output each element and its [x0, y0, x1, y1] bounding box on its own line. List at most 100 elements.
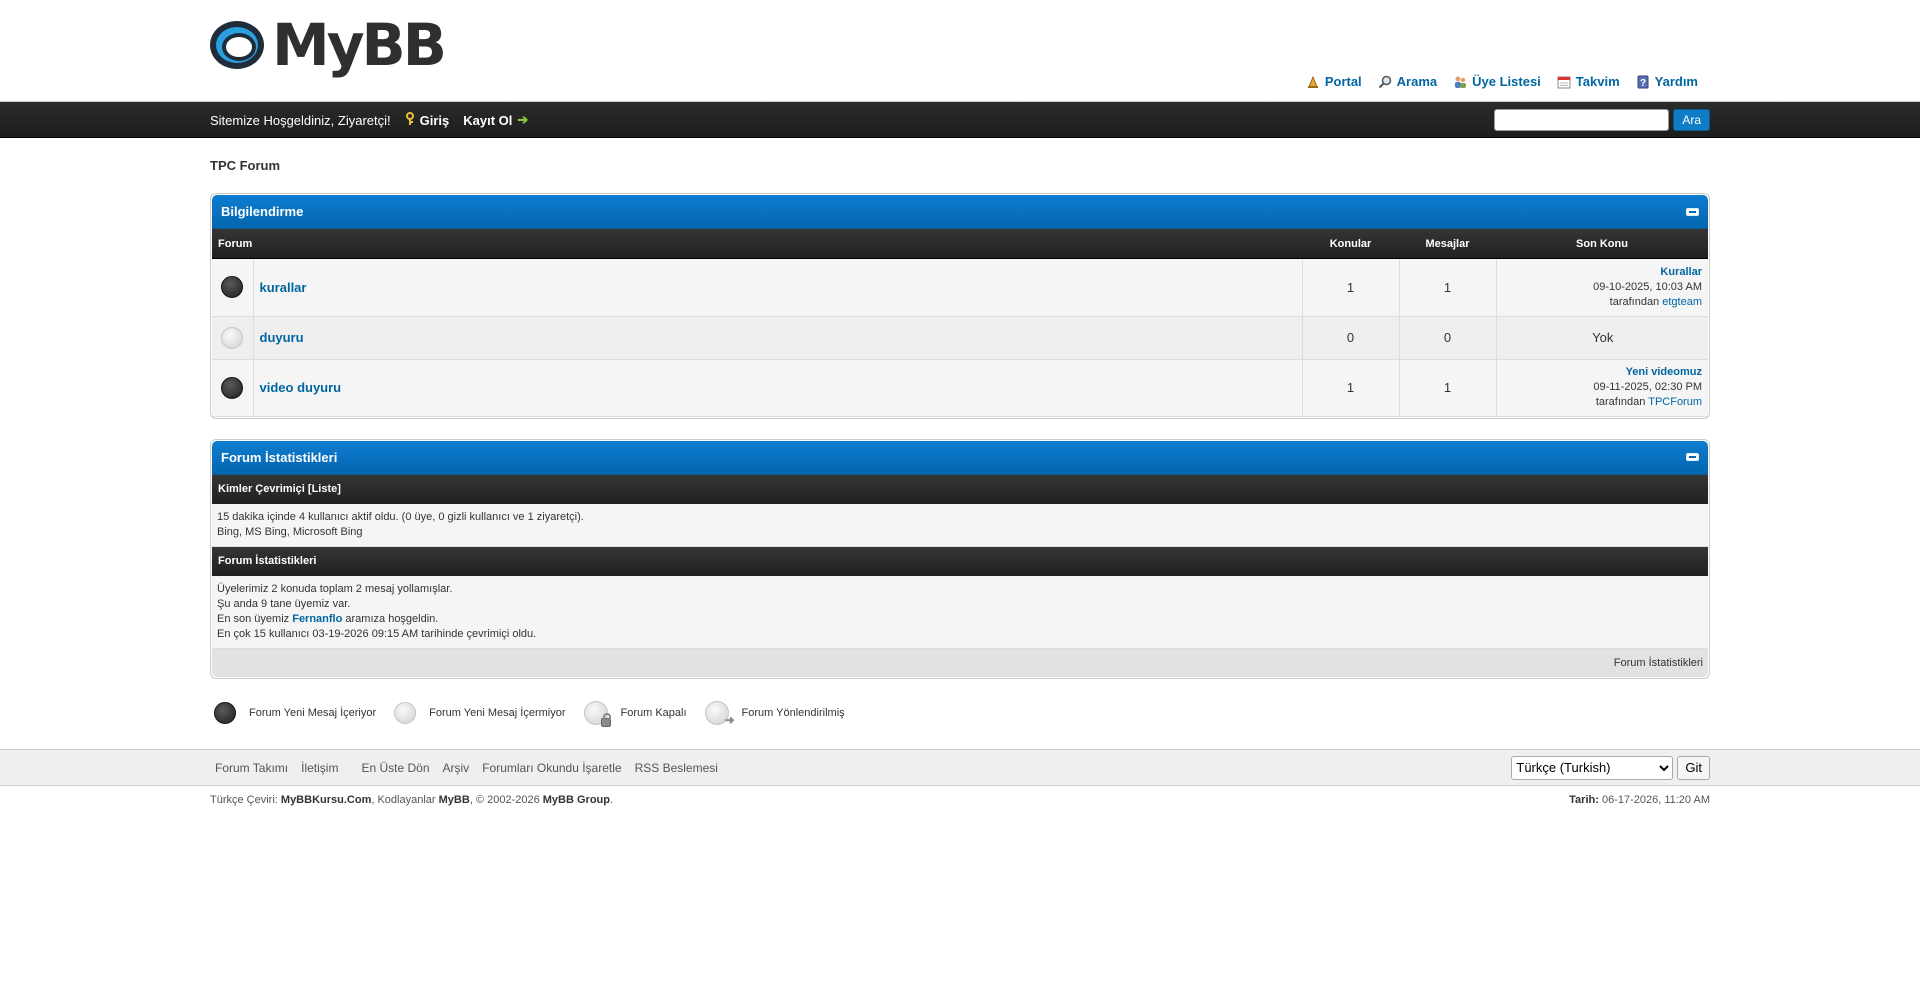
language-go-button[interactable]: Git	[1677, 755, 1710, 780]
footer-menu: Forum Takımı İletişim En Üste Dön Arşiv …	[0, 748, 1920, 786]
portal-icon	[1306, 75, 1320, 89]
date-label: Tarih:	[1569, 793, 1599, 806]
legend-item: Forum Yeni Mesaj İçermiyor	[390, 701, 566, 724]
menu-search[interactable]: Arama	[1378, 74, 1437, 89]
forum-row: kurallar 1 1 Kurallar 09-10-2025, 10:03 …	[212, 259, 1708, 317]
stats-title: Forum İstatistikleri	[221, 449, 338, 465]
collapse-icon[interactable]	[1686, 453, 1699, 461]
credit-site-link[interactable]: MyBBKursu.Com	[281, 794, 371, 806]
legend-label: Forum Yönlendirilmiş	[741, 706, 845, 719]
collapse-icon[interactable]	[1686, 207, 1699, 216]
menu-help[interactable]: ? Yardım	[1636, 74, 1698, 89]
stats-posts: Üyelerimiz 2 konuda toplam 2 mesaj yolla…	[217, 582, 453, 595]
menu-portal[interactable]: Portal	[1306, 74, 1362, 89]
login-link[interactable]: Giriş	[405, 111, 450, 129]
forum-table: kurallar 1 1 Kurallar 09-10-2025, 10:03 …	[212, 259, 1708, 417]
legend-label: Forum Kapalı	[620, 706, 687, 719]
col-posts: Mesajlar	[1425, 237, 1470, 250]
key-icon	[405, 111, 415, 129]
online-list-link[interactable]: Liste	[312, 483, 338, 495]
menu-calendar[interactable]: Takvim	[1557, 74, 1620, 89]
copyright: Türkçe Çeviri: MyBBKursu.Com, Kodlayanla…	[210, 786, 1710, 806]
newest-member-link[interactable]: Fernanflo	[292, 613, 342, 625]
online-info: 15 dakika içinde 4 kullanıcı aktif oldu.…	[212, 503, 1708, 547]
stats-members: Şu anda 9 tane üyemiz var.	[217, 597, 351, 610]
welcome-block: Sitemize Hoşgeldiniz, Ziyaretçi! Giriş K…	[210, 102, 528, 138]
forum-row: duyuru 0 0 Yok	[212, 316, 1708, 360]
user-panel: Sitemize Hoşgeldiniz, Ziyaretçi! Giriş K…	[0, 102, 1920, 138]
legend-item: Forum Kapalı	[580, 700, 687, 727]
forum-link[interactable]: video duyuru	[260, 380, 342, 395]
stats-header: Forum İstatistikleri	[212, 440, 1708, 475]
search-input[interactable]	[1494, 109, 1670, 131]
logo-bubble-icon	[210, 17, 270, 73]
last-post-user[interactable]: etgteam	[1662, 296, 1702, 308]
last-post-title[interactable]: Yeni videomuz	[1626, 366, 1702, 378]
welcome-text: Sitemize Hoşgeldiniz, Ziyaretçi!	[210, 112, 391, 128]
last-post-date: 09-10-2025, 10:03 AM	[1593, 280, 1702, 293]
site-header: MyBB Portal Arama Üye Listesi Takvim ? Y…	[0, 0, 1920, 102]
credits: Türkçe Çeviri: MyBBKursu.Com, Kodlayanla…	[210, 793, 614, 806]
last-post-by: tarafından	[1595, 396, 1646, 408]
main-container: TPC Forum Bilgilendirme Forum Konular Me…	[210, 158, 1710, 727]
forum-link[interactable]: kurallar	[260, 280, 307, 295]
online-summary: 15 dakika içinde 4 kullanıcı aktif oldu.…	[217, 510, 584, 523]
forum-no-new-icon	[221, 326, 244, 349]
thread-count: 0	[1302, 316, 1400, 360]
forum-new-icon	[214, 701, 236, 724]
mybb-logo[interactable]: MyBB	[210, 16, 447, 74]
stats-box: Forum İstatistikleri Kimler Çevrimiçi [L…	[210, 438, 1710, 679]
last-post-title[interactable]: Kurallar	[1660, 266, 1702, 278]
footer-link-top[interactable]: En Üste Dön	[361, 761, 429, 775]
forum-row: video duyuru 1 1 Yeni videomuz 09-11-202…	[212, 359, 1708, 417]
login-label: Giriş	[419, 112, 450, 128]
post-count: 0	[1399, 316, 1497, 360]
forum-table-header: Forum Konular Mesajlar Son Konu	[212, 229, 1708, 259]
language-select[interactable]: Türkçe (Turkish)	[1511, 755, 1674, 780]
credit-mybb-link[interactable]: MyBB	[439, 794, 470, 806]
footer-link-contact[interactable]: İletişim	[301, 761, 338, 775]
stats-footer: Forum İstatistikleri	[212, 648, 1708, 677]
legend-item: Forum Yeni Mesaj İçeriyor	[210, 701, 376, 724]
online-header: Kimler Çevrimiçi [Liste]	[212, 474, 1708, 504]
online-title[interactable]: Kimler Çevrimiçi	[218, 483, 305, 495]
board-stats-info: Üyelerimiz 2 konuda toplam 2 mesaj yolla…	[212, 575, 1708, 649]
footer-link-archive[interactable]: Arşiv	[443, 761, 470, 775]
help-icon: ?	[1636, 75, 1650, 89]
svg-text:?: ?	[1640, 78, 1646, 89]
stats-newest-member: En son üyemiz Fernanflo aramıza hoşgeldi…	[217, 612, 439, 625]
forum-new-icon	[221, 376, 244, 399]
col-last: Son Konu	[1576, 237, 1628, 250]
post-count: 1	[1399, 359, 1497, 417]
forum-legend: Forum Yeni Mesaj İçeriyor Forum Yeni Mes…	[210, 700, 1710, 727]
board-stats-header: Forum İstatistikleri	[212, 546, 1708, 576]
category-title[interactable]: Bilgilendirme	[221, 204, 303, 219]
date-value: 06-17-2026, 11:20 AM	[1601, 793, 1710, 806]
current-date: Tarih: 06-17-2026, 11:20 AM	[1569, 794, 1710, 806]
last-post: Yeni videomuz 09-11-2025, 02:30 PM taraf…	[1496, 359, 1708, 417]
footer-links: Forum Takımı İletişim En Üste Dön Arşiv …	[210, 761, 718, 775]
menu-calendar-label: Takvim	[1575, 74, 1620, 89]
register-link[interactable]: Kayıt Ol ➔	[463, 112, 528, 128]
thread-count: 1	[1302, 259, 1400, 317]
forum-locked-icon	[583, 700, 611, 727]
last-post-user[interactable]: TPCForum	[1648, 396, 1702, 408]
search-button[interactable]: Ara	[1673, 109, 1710, 131]
legend-label: Forum Yeni Mesaj İçermiyor	[429, 706, 566, 719]
last-post-none: Yok	[1496, 316, 1708, 360]
menu-members[interactable]: Üye Listesi	[1453, 74, 1541, 89]
post-count: 1	[1399, 259, 1497, 317]
calendar-icon	[1557, 75, 1571, 89]
search-icon	[1378, 75, 1392, 89]
footer-link-team[interactable]: Forum Takımı	[215, 761, 288, 775]
stats-footer-link[interactable]: Forum İstatistikleri	[1614, 657, 1703, 669]
forum-link[interactable]: duyuru	[260, 330, 304, 345]
footer-link-mark-read[interactable]: Forumları Okundu İşaretle	[482, 761, 621, 775]
breadcrumb-home[interactable]: TPC Forum	[210, 158, 280, 173]
legend-item: ➜ Forum Yönlendirilmiş	[701, 700, 845, 727]
search-form: Ara	[1494, 109, 1710, 131]
members-icon	[1453, 75, 1467, 89]
online-bots: Bing, MS Bing, Microsoft Bing	[217, 525, 363, 538]
footer-link-rss[interactable]: RSS Beslemesi	[635, 761, 718, 775]
credit-group-link[interactable]: MyBB Group	[543, 794, 610, 806]
